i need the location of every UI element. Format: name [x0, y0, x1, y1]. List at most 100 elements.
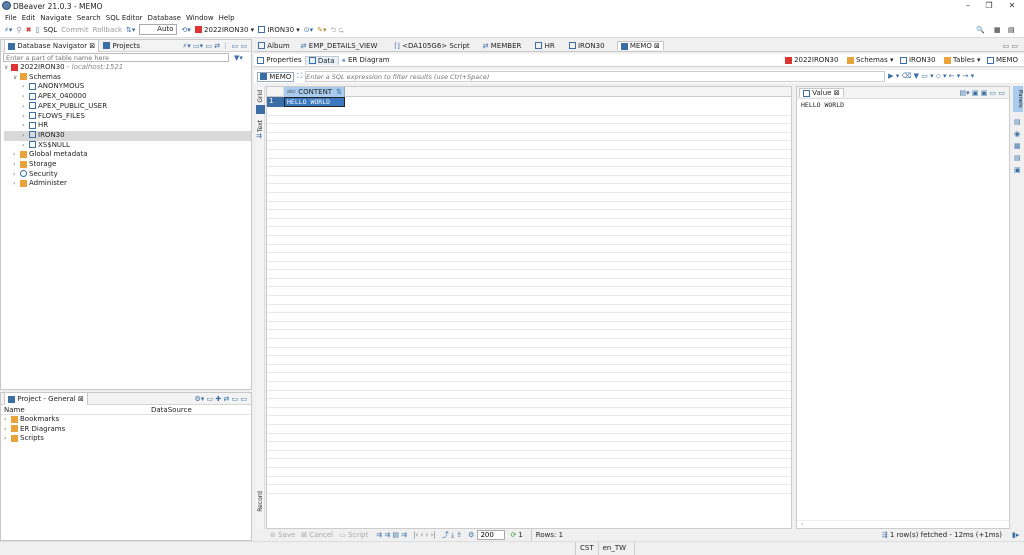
- tab-da105g6-script[interactable]: ⌈⌋ <DA105G6> Script: [394, 42, 469, 50]
- menu-search[interactable]: Search: [77, 13, 101, 23]
- tab-project-general[interactable]: Project - General ⊠: [4, 392, 88, 405]
- editor-window-controls[interactable]: ▭ ▭: [1003, 42, 1018, 50]
- sql-button[interactable]: SQL: [43, 23, 57, 38]
- sql-editor-icon[interactable]: ▯: [35, 23, 39, 38]
- row-number[interactable]: 1: [267, 97, 284, 107]
- maximize-button[interactable]: ❐: [983, 1, 995, 11]
- menu-navigate[interactable]: Navigate: [40, 13, 71, 23]
- value-panel-toolbar-icons[interactable]: ▤▾ ▣ ▣ ▭ ▭: [960, 89, 1005, 97]
- breadcrumb-connection[interactable]: 2022IRON30: [784, 56, 838, 64]
- tree-schemas[interactable]: ∨ Schemas: [4, 73, 251, 83]
- perspective-icon[interactable]: ▦: [994, 23, 1001, 38]
- value-text[interactable]: HELLO WORLD: [797, 99, 1009, 111]
- active-connection-combo[interactable]: 2022IRON30: [204, 26, 248, 34]
- table-row[interactable]: 1 HELLO WORLD: [267, 97, 791, 107]
- script-button[interactable]: ▭ Script: [339, 529, 368, 541]
- rollback-button[interactable]: Rollback: [93, 23, 122, 38]
- tab-iron30[interactable]: IRON30: [568, 42, 605, 50]
- column-datasource-header[interactable]: DataSource: [151, 406, 192, 414]
- tab-projects[interactable]: Projects: [103, 40, 140, 52]
- tree-global-metadata[interactable]: › Global metadata: [4, 150, 251, 160]
- cell-content[interactable]: HELLO WORLD: [284, 97, 345, 107]
- breadcrumb-tables[interactable]: Tables ▾: [943, 56, 981, 64]
- filter-config-icon[interactable]: ▼▾: [234, 54, 243, 62]
- menu-sql-editor[interactable]: SQL Editor: [106, 13, 143, 23]
- menu-help[interactable]: Help: [219, 13, 235, 23]
- subtab-properties[interactable]: Properties: [257, 56, 302, 64]
- grid-mode-button[interactable]: Grid: [257, 90, 264, 103]
- new-connection-icon[interactable]: ⚡▾: [4, 23, 12, 38]
- close-window-button[interactable]: ✕: [1006, 1, 1018, 11]
- tab-value[interactable]: Value ⊠: [799, 88, 844, 97]
- project-er-diagrams[interactable]: › ER Diagrams: [4, 425, 251, 435]
- menu-database[interactable]: Database: [148, 13, 181, 23]
- project-bookmarks[interactable]: › Bookmarks: [4, 415, 251, 425]
- column-name-header[interactable]: Name: [1, 406, 151, 414]
- tree-schema-apex-public-user[interactable]: › APEX_PUBLIC_USER: [4, 102, 251, 112]
- tab-hr[interactable]: HR: [535, 42, 555, 50]
- menu-window[interactable]: Window: [186, 13, 214, 23]
- tree-schema-apex-040000[interactable]: › APEX_040000: [4, 92, 251, 102]
- auto-commit-combo[interactable]: Auto: [139, 24, 178, 35]
- side-panel-icons[interactable]: ▤ ◉ ▦ ▤ ▣: [1014, 116, 1024, 176]
- tree-storage[interactable]: › Storage: [4, 160, 251, 170]
- disconnect-icon[interactable]: ✖: [26, 23, 32, 38]
- perspective-switch-icon[interactable]: ▤: [1008, 23, 1015, 38]
- breadcrumb-schemas[interactable]: Schemas ▾: [846, 56, 893, 64]
- row-edit-icons[interactable]: ⇉ ⇉ ▤ ⇉: [376, 529, 407, 541]
- subtab-er-diagram[interactable]: ⚹ ER Diagram: [342, 56, 390, 65]
- subtab-data[interactable]: Data: [304, 55, 339, 65]
- tab-database-navigator[interactable]: Database Navigator ⊠: [4, 39, 100, 52]
- table-filter-input[interactable]: [3, 53, 229, 62]
- transaction-mode-icon[interactable]: ⇅▾: [126, 23, 135, 38]
- undo-redo-icon[interactable]: ⮌ ⮎: [331, 23, 344, 38]
- fetch-size-input[interactable]: [477, 530, 506, 540]
- tree-security[interactable]: › Security: [4, 170, 251, 180]
- column-header-content[interactable]: abc CONTENT ⇅: [284, 86, 345, 97]
- tree-schema-anonymous[interactable]: › ANONYMOUS: [4, 82, 251, 92]
- export-icons[interactable]: ⤴ ⤓ ⇪: [442, 529, 462, 541]
- value-scrollbar[interactable]: ‹: [797, 520, 1009, 528]
- tab-emp-details-view[interactable]: ⇄ EMP_DETAILS_VIEW: [301, 42, 378, 50]
- save-button[interactable]: ⊘ Save: [270, 529, 295, 541]
- navigator-toolbar-icons[interactable]: ⚡▾ ▭▾ ▭ ⇄ ⋮ ▭ ▭: [182, 40, 247, 52]
- text-icon[interactable]: ⇉: [256, 132, 264, 140]
- tab-memo[interactable]: MEMO ⊠: [616, 41, 664, 50]
- tools-icon[interactable]: ✎▾: [317, 23, 326, 38]
- menu-edit[interactable]: Edit: [22, 13, 36, 23]
- project-scripts[interactable]: › Scripts: [4, 434, 251, 444]
- refresh-icon[interactable]: ⟳: [510, 529, 516, 541]
- tab-album[interactable]: Album: [258, 42, 290, 50]
- active-schema-combo[interactable]: IRON30: [267, 26, 294, 34]
- filter-input[interactable]: [305, 71, 886, 82]
- panel-toggle-icon[interactable]: ▮▸: [1012, 529, 1019, 541]
- tree-schema-flows-files[interactable]: › FLOWS_FILES: [4, 112, 251, 122]
- navigate-icon[interactable]: ⊙▾: [304, 23, 313, 38]
- filter-toolbar-icons[interactable]: ▶ ▾ ⌫ ▼ ▭ ▾ ⬦ ▾ ← ▾ → ▾: [888, 72, 974, 81]
- tree-administer[interactable]: › Administer: [4, 179, 251, 189]
- commit-button[interactable]: Commit: [61, 23, 89, 38]
- text-mode-button[interactable]: Text: [257, 120, 264, 132]
- history-icon[interactable]: ⟲▾: [181, 23, 190, 38]
- record-mode-button[interactable]: Record: [257, 491, 264, 512]
- search-icon[interactable]: 🔍: [976, 23, 985, 38]
- plug-icon[interactable]: ⚲: [16, 23, 21, 38]
- minimize-button[interactable]: –: [962, 1, 974, 11]
- breadcrumb-table[interactable]: MEMO: [986, 56, 1018, 64]
- sort-icon[interactable]: ⇅: [336, 88, 342, 96]
- panels-button[interactable]: Panels: [1013, 86, 1023, 112]
- row-number-header: [267, 86, 284, 97]
- tree-schema-hr[interactable]: › HR: [4, 121, 251, 131]
- grid-icon[interactable]: [256, 104, 265, 114]
- menu-file[interactable]: File: [5, 13, 17, 23]
- tree-schema-iron30[interactable]: › IRON30: [4, 130, 251, 141]
- fetch-settings-icon[interactable]: ⚙: [468, 529, 474, 541]
- tab-member[interactable]: ⇄ MEMBER: [483, 42, 522, 50]
- page-navigation-icons[interactable]: |‹ ‹ › ›|: [413, 529, 436, 541]
- project-toolbar-icons[interactable]: ⚙▾ ▭ ✚ ⇄ ▭ ▭: [195, 393, 248, 405]
- tree-schema-xsnull[interactable]: › XS$NULL: [4, 141, 251, 151]
- tree-connection[interactable]: ∨ 2022IRON30 - localhost:1521: [4, 63, 251, 73]
- breadcrumb-schema[interactable]: IRON30: [899, 56, 936, 64]
- cancel-button[interactable]: ⊠ Cancel: [301, 529, 333, 541]
- expand-filter-icon[interactable]: ⛶: [297, 72, 302, 81]
